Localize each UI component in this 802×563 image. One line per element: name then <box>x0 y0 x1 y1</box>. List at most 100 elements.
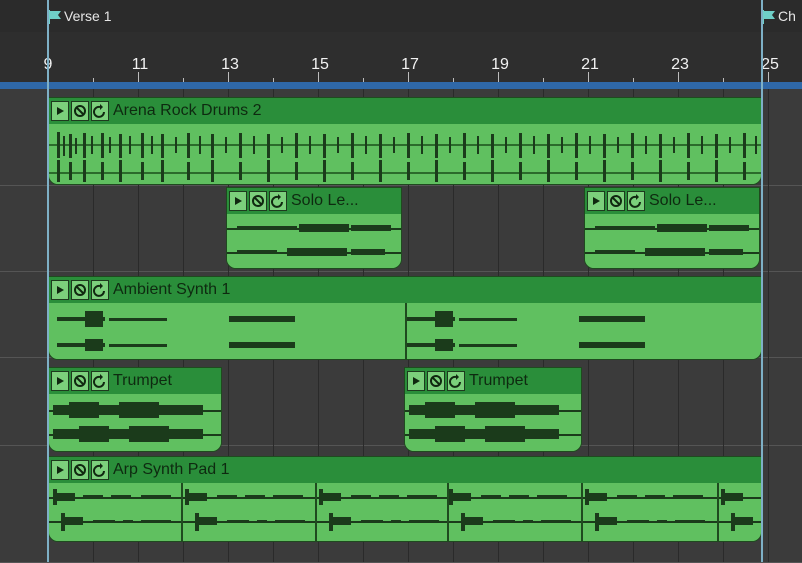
ruler-number: 23 <box>671 56 689 73</box>
ruler-number: 19 <box>491 56 509 73</box>
ruler-number: 11 <box>131 56 149 73</box>
loop-clip-button[interactable] <box>447 371 465 391</box>
solo-waveform-icon <box>237 224 391 256</box>
ruler-tick <box>318 72 319 82</box>
clip-header: Trumpet <box>49 368 221 395</box>
clip[interactable]: Ambient Synth 1 <box>48 276 762 360</box>
ruler-tick <box>498 72 499 82</box>
mute-clip-button[interactable] <box>71 280 89 300</box>
ruler-strip <box>0 82 802 89</box>
clip-header: Trumpet <box>405 368 581 395</box>
mute-clip-button[interactable] <box>249 191 267 211</box>
mute-clip-button[interactable] <box>71 101 89 121</box>
loop-icon <box>449 374 461 388</box>
marker-bar: Verse 1 Ch <box>0 0 802 32</box>
playhead-line[interactable] <box>47 0 49 562</box>
waveform <box>49 394 221 451</box>
loop-icon <box>93 283 105 297</box>
drum-waveform-icon <box>57 132 757 182</box>
waveform <box>405 394 581 451</box>
play-clip-button[interactable] <box>51 280 69 300</box>
clip-header: Arena Rock Drums 2 <box>49 98 761 125</box>
play-icon <box>235 197 242 205</box>
play-clip-button[interactable] <box>229 191 247 211</box>
loop-clip-button[interactable] <box>91 101 109 121</box>
waveform <box>49 303 761 359</box>
loop-icon <box>93 104 105 118</box>
mute-icon <box>74 464 86 476</box>
play-clip-button[interactable] <box>51 460 69 480</box>
synth-waveform-icon <box>57 303 645 359</box>
clip-name: Arp Synth Pad 1 <box>113 461 230 478</box>
clip-name: Solo Le... <box>649 192 717 209</box>
clip[interactable]: Trumpet <box>48 367 222 452</box>
play-icon <box>57 107 64 115</box>
play-icon <box>57 466 64 474</box>
ruler-number: 21 <box>581 56 599 73</box>
clip[interactable]: Solo Le... <box>584 187 760 269</box>
mute-icon <box>610 195 622 207</box>
loop-icon <box>271 194 283 208</box>
play-icon <box>57 377 64 385</box>
clip-header: Ambient Synth 1 <box>49 277 761 304</box>
ruler-tick <box>588 72 589 82</box>
marker-flag-icon[interactable] <box>762 10 776 24</box>
clip-name: Trumpet <box>113 372 172 389</box>
waveform <box>49 124 761 184</box>
ruler-number: 17 <box>401 56 419 73</box>
loop-clip-button[interactable] <box>91 460 109 480</box>
grid-line <box>768 89 769 562</box>
ruler-tick <box>138 72 139 82</box>
clip-header: Solo Le... <box>585 188 759 215</box>
solo-waveform-icon <box>595 224 749 256</box>
clip[interactable]: Solo Le... <box>226 187 402 269</box>
clip[interactable]: Arp Synth Pad 1 <box>48 456 762 542</box>
mute-clip-button[interactable] <box>607 191 625 211</box>
clip[interactable]: Trumpet <box>404 367 582 452</box>
play-icon <box>413 377 420 385</box>
mute-clip-button[interactable] <box>427 371 445 391</box>
timeline-ruler[interactable]: 9 11 13 15 17 19 21 23 25 <box>0 32 802 86</box>
ruler-number: 13 <box>221 56 239 73</box>
mute-clip-button[interactable] <box>71 371 89 391</box>
mute-icon <box>430 375 442 387</box>
clip-header: Arp Synth Pad 1 <box>49 457 761 484</box>
ruler-number: 15 <box>311 56 329 73</box>
mute-icon <box>252 195 264 207</box>
play-clip-button[interactable] <box>407 371 425 391</box>
clip-name: Ambient Synth 1 <box>113 281 231 298</box>
clip-header: Solo Le... <box>227 188 401 215</box>
arp-waveform-icon <box>53 483 753 541</box>
loop-icon <box>93 374 105 388</box>
clip[interactable]: Arena Rock Drums 2 <box>48 97 762 185</box>
loop-icon <box>629 194 641 208</box>
waveform <box>49 483 761 541</box>
marker-label: Verse 1 <box>64 8 112 24</box>
mute-icon <box>74 105 86 117</box>
trumpet-waveform-icon <box>53 402 203 442</box>
clip-name: Trumpet <box>469 372 528 389</box>
marker-label: Ch <box>778 8 796 24</box>
ruler-tick <box>768 72 769 82</box>
mute-clip-button[interactable] <box>71 460 89 480</box>
play-clip-button[interactable] <box>51 101 69 121</box>
waveform <box>585 214 759 268</box>
loop-clip-button[interactable] <box>91 280 109 300</box>
ruler-number: 25 <box>761 56 779 73</box>
loop-icon <box>93 463 105 477</box>
ruler-tick <box>228 72 229 82</box>
loop-clip-button[interactable] <box>269 191 287 211</box>
end-marker-line[interactable] <box>761 0 763 562</box>
play-clip-button[interactable] <box>51 371 69 391</box>
play-icon <box>57 286 64 294</box>
mute-icon <box>74 284 86 296</box>
marker-flag-icon[interactable] <box>48 10 62 24</box>
ruler-tick <box>408 72 409 82</box>
play-icon <box>593 197 600 205</box>
waveform <box>227 214 401 268</box>
play-clip-button[interactable] <box>587 191 605 211</box>
loop-clip-button[interactable] <box>627 191 645 211</box>
loop-clip-button[interactable] <box>91 371 109 391</box>
ruler-tick <box>678 72 679 82</box>
mute-icon <box>74 375 86 387</box>
